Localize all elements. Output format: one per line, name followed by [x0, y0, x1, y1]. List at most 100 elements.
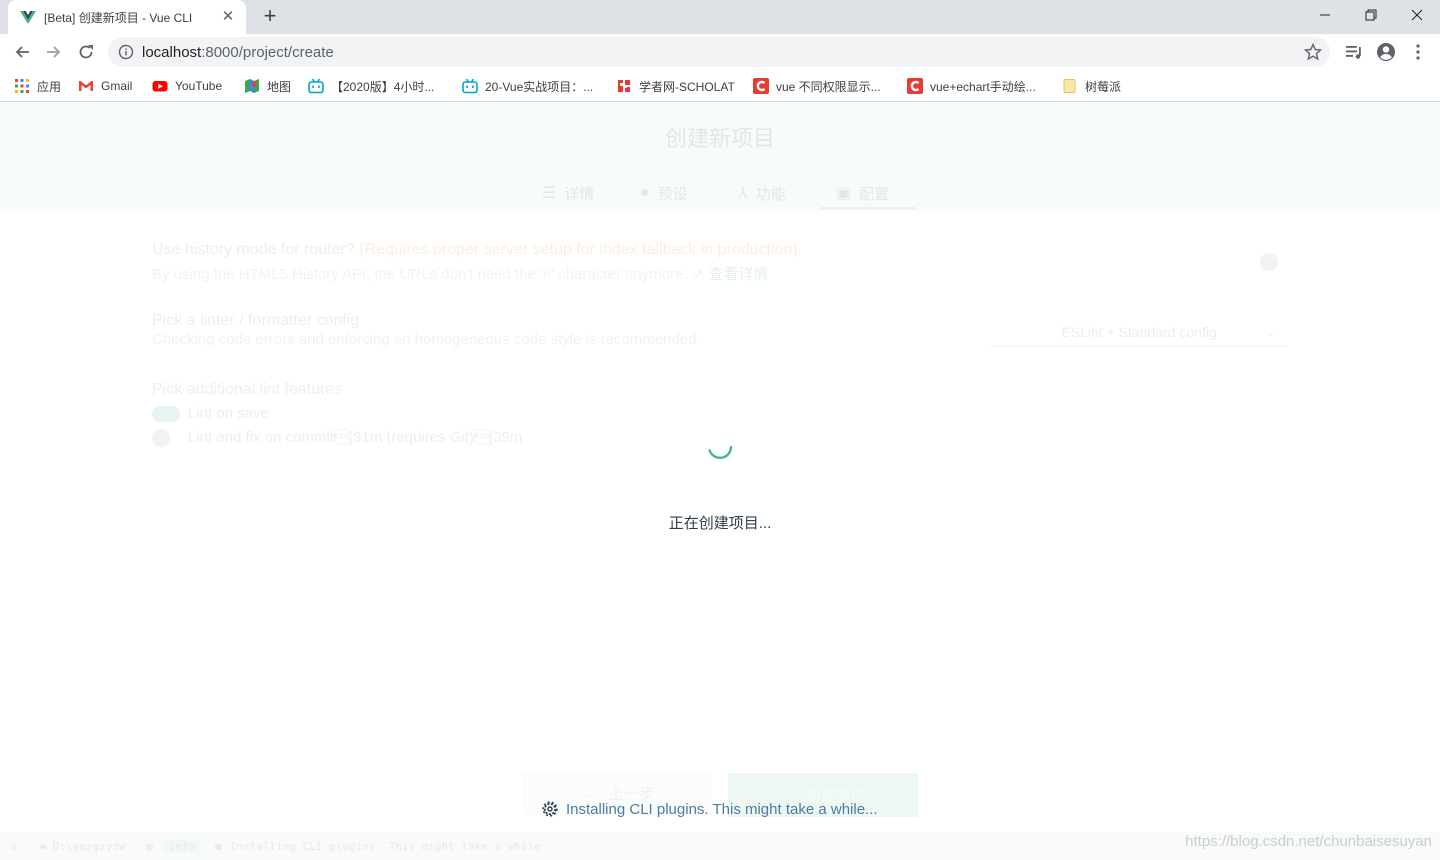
reload-icon: [79, 45, 93, 59]
bookmark-csdn-2[interactable]: vue+echart手动绘...: [907, 76, 1036, 96]
bookmark-star-icon[interactable]: [1304, 43, 1322, 61]
arrow-right-icon: [47, 46, 61, 58]
bookmark-folder-raspberry[interactable]: 树莓派: [1062, 76, 1121, 96]
more-vert-icon: [1416, 44, 1420, 60]
vue-ui-page: 创建新项目 ☰ 详情 ● 预设 ⅄ 功能 ▣ 配置 Use history mo…: [0, 103, 1440, 860]
tab-label: 配置: [859, 185, 890, 203]
log-badge: info: [162, 839, 202, 853]
list-icon: ☰: [542, 185, 557, 202]
apps-grid-icon: [15, 79, 29, 93]
watermark-text: https://blog.csdn.net/chunbaisesuyan: [1185, 833, 1432, 850]
home-icon[interactable]: ⌂: [10, 839, 17, 853]
bookmark-label: 地图: [267, 79, 292, 94]
close-icon: [1411, 9, 1423, 21]
window-close-button[interactable]: [1394, 0, 1440, 30]
browser-tab[interactable]: [Beta] 创建新项目 - Vue CLI ✕: [8, 0, 246, 34]
lint-on-commit-label: Lint and fix on commit[31m (requires Gi…: [188, 429, 523, 446]
lint-on-commit-switch[interactable]: [152, 429, 170, 447]
restore-icon: [1365, 9, 1377, 21]
reload-button[interactable]: [72, 38, 100, 66]
linter-select-value: ESLint + Standard config: [1061, 323, 1217, 340]
router-option-title: Use history mode for router? (Requires p…: [152, 241, 798, 259]
bookmark-csdn-1[interactable]: vue 不同权限显示...: [753, 76, 881, 96]
bookmark-scholat[interactable]: 学者网-SCHOLAT: [616, 76, 735, 96]
router-title-text: Use history mode for router?: [152, 241, 355, 258]
tab-label: 功能: [755, 185, 786, 203]
lint-on-save-label: Lint on save: [188, 405, 269, 422]
maps-icon: [245, 79, 259, 93]
bookmark-gmail[interactable]: Gmail: [78, 76, 132, 96]
tab-config[interactable]: ▣ 配置: [836, 177, 889, 209]
playlist-icon: [1346, 46, 1361, 59]
loading-status-text: 正在创建项目...: [668, 515, 772, 532]
install-progress-message: Installing CLI plugins. This might take …: [541, 798, 878, 820]
split-icon: ⅄: [738, 185, 748, 202]
tab-label: 预设: [657, 185, 688, 203]
statusbar-folder[interactable]: ▬ D:\ymzgzyzw: [40, 839, 125, 853]
vue-logo-icon: [20, 11, 36, 24]
console-icon: ▤: [146, 839, 153, 853]
router-hint-text: (Requires proper server setup for index …: [359, 241, 798, 258]
bookmark-label: 树莓派: [1085, 79, 1122, 94]
csdn-icon: [753, 78, 769, 94]
tab-details[interactable]: ☰ 详情: [542, 177, 594, 209]
bookmarks-bar: 应用 Gmail YouTube 地图 【2020版】4小时... 20-Vue…: [0, 70, 1440, 102]
bookmark-apps[interactable]: 应用: [14, 76, 61, 96]
url-host: localhost: [142, 43, 202, 61]
tab-features[interactable]: ⅄ 功能: [738, 177, 786, 209]
bookmark-maps[interactable]: 地图: [244, 76, 291, 96]
bookmark-label: 应用: [37, 79, 62, 94]
media-control-button[interactable]: [1344, 42, 1364, 62]
log-message: Installing CLI plugins. This might take …: [229, 839, 542, 853]
settings-box-icon: ▣: [836, 185, 852, 202]
linter-select[interactable]: ESLint + Standard config ⌄: [990, 317, 1288, 347]
linter-option-title: Pick a linter / formatter config: [152, 312, 360, 329]
tab-close-icon[interactable]: ✕: [220, 9, 236, 25]
folder-path: D:\ymzgzyzw: [52, 839, 126, 853]
bookmark-label: YouTube: [175, 79, 223, 93]
address-bar[interactable]: localhost:8000/project/create: [108, 37, 1330, 67]
router-more-link[interactable]: 查看详情: [708, 266, 768, 283]
lint-features-title: Pick additional lint features: [152, 381, 343, 398]
linter-option-desc: Checking code errors and enforcing an ho…: [152, 331, 701, 348]
arrow-left-icon: [15, 46, 29, 58]
bookmark-label: vue 不同权限显示...: [776, 79, 881, 94]
check-circle-icon: ●: [640, 184, 650, 201]
back-button[interactable]: [8, 38, 36, 66]
youtube-icon: [152, 81, 168, 92]
minimize-button[interactable]: [1302, 0, 1348, 30]
tab-presets[interactable]: ● 预设: [640, 177, 688, 209]
bookmark-label: 学者网-SCHOLAT: [639, 79, 735, 94]
forward-button[interactable]: [40, 38, 68, 66]
scholat-icon: [618, 80, 630, 92]
bookmark-youtube[interactable]: YouTube: [152, 76, 222, 96]
folder-icon: [1063, 79, 1076, 93]
account-circle-icon: [1377, 43, 1395, 61]
external-link-icon: ↗: [691, 266, 705, 283]
bookmark-bilibili-2[interactable]: 20-Vue实战项目：...: [462, 76, 593, 96]
loading-spinner-icon: [708, 445, 733, 459]
active-tab-indicator: [820, 207, 916, 209]
bookmark-bilibili-1[interactable]: 【2020版】4小时...: [308, 76, 434, 96]
profile-button[interactable]: [1376, 42, 1396, 62]
router-history-toggle[interactable]: [1260, 253, 1278, 271]
minimize-icon: [1320, 14, 1330, 16]
browser-menu-button[interactable]: [1408, 42, 1428, 62]
browser-toolbar: localhost:8000/project/create: [0, 34, 1440, 70]
statusbar-log[interactable]: ▤ info ● Installing CLI plugins. This mi…: [146, 839, 541, 853]
bookmark-label: 20-Vue实战项目：...: [485, 79, 594, 94]
bilibili-icon: [308, 78, 324, 94]
router-desc-text: By using the HTML5 History API, the URLs…: [152, 266, 688, 283]
bookmark-label: 【2020版】4小时...: [331, 79, 435, 94]
page-title: 创建新项目: [664, 126, 775, 151]
chevron-down-icon: ⌄: [1265, 325, 1276, 339]
restore-button[interactable]: [1348, 0, 1394, 30]
url-path: :8000/project/create: [201, 43, 334, 61]
tab-title: [Beta] 创建新项目 - Vue CLI: [44, 10, 193, 25]
bilibili-icon: [462, 78, 478, 94]
lint-on-save-switch[interactable]: [152, 406, 180, 422]
csdn-icon: [907, 78, 923, 94]
gear-icon: [542, 801, 558, 817]
new-tab-button[interactable]: +: [258, 5, 282, 29]
bookmark-label: Gmail: [101, 79, 133, 93]
